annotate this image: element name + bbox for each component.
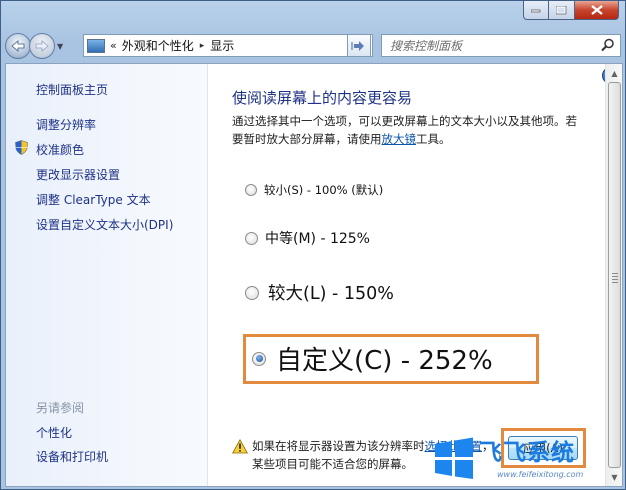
description-line-2: 要暂时放大部分屏幕，请使用放大镜工具。 [232,130,602,148]
see-also-heading: 另请参阅 [36,401,85,415]
radio-custom-selected[interactable] [252,351,266,366]
sidebar-link-monitor-settings[interactable]: 更改显示器设置 [36,166,120,183]
description-line-2-pre: 要暂时放大部分屏幕，请使用 [232,132,382,146]
sidebar-link-calibrate-color[interactable]: 校准颜色 [36,141,84,158]
forward-arrow-icon [35,40,49,52]
option-smaller-label: 较小(S) - 100% (默认) [264,183,384,197]
caption-buttons [523,1,619,21]
radio-medium[interactable] [245,231,258,245]
breadcrumb-appearance[interactable]: 外观和个性化 [122,37,194,54]
content-area: 控制面板主页 调整分辨率 校准颜色 更改显示器设置 调整 ClearType 文… [5,63,623,487]
breadcrumb-display[interactable]: 显示 [210,37,234,54]
back-arrow-icon [11,40,25,52]
option-custom[interactable]: 自定义(C) - 252% [252,340,493,377]
close-button[interactable] [575,1,619,20]
sidebar: 控制面板主页 调整分辨率 校准颜色 更改显示器设置 调整 ClearType 文… [6,64,208,486]
radio-smaller[interactable] [245,184,257,196]
maximize-button[interactable] [549,1,575,20]
search-icon[interactable] [601,38,615,52]
option-larger[interactable]: 较大(L) - 150% [245,280,394,305]
address-bar[interactable]: « 外观和个性化 ▸ 显示 ▼ [83,34,373,57]
recent-pages-dropdown[interactable]: ▼ [57,42,67,51]
description-line-2-post: 工具。 [416,132,451,146]
forward-button[interactable] [29,33,55,59]
watermark-title: 飞飞系统 [479,440,575,466]
shield-icon [15,140,28,155]
address-overflow[interactable]: « [110,39,117,52]
magnifier-link[interactable]: 放大镜 [382,132,417,146]
search-input[interactable] [390,38,590,53]
option-custom-label: 自定义(C) - 252% [276,346,493,376]
close-icon [590,5,603,15]
refresh-button[interactable] [347,34,371,57]
option-medium[interactable]: 中等(M) - 125% [245,228,370,248]
navigation-bar: ▼ « 外观和个性化 ▸ 显示 ▼ [5,29,621,63]
vertical-scrollbar[interactable]: ▲ ▼ [605,64,622,486]
warning-icon [232,439,248,454]
sidebar-link-custom-dpi[interactable]: 设置自定义文本大小(DPI) [36,216,173,233]
option-larger-label: 较大(L) - 150% [268,284,394,304]
maximize-icon [556,5,567,14]
page-description: 通过选择其中一个选项，可以更改屏幕上的文本大小以及其他项。若 要暂时放大部分屏幕… [232,112,602,148]
back-button[interactable] [5,33,31,59]
breadcrumb-separator[interactable]: ▸ [200,41,205,51]
watermark-url: www.feifeixitong.com [497,470,584,479]
scroll-up-arrow-icon[interactable]: ▲ [607,65,622,81]
option-smaller[interactable]: 较小(S) - 100% (默认) [245,182,383,198]
scrollbar-thumb[interactable] [608,82,621,468]
sidebar-link-home[interactable]: 控制面板主页 [36,81,108,98]
radio-larger[interactable] [245,285,259,300]
windows-logo-icon [435,437,473,479]
option-medium-label: 中等(M) - 125% [265,231,370,247]
sidebar-link-personalization[interactable]: 个性化 [36,424,72,441]
main-panel: ? 使阅读屏幕上的内容更容易 通过选择其中一个选项，可以更改屏幕上的文本大小以及… [209,64,619,486]
description-line-1: 通过选择其中一个选项，可以更改屏幕上的文本大小以及其他项。若 [232,114,577,128]
watermark: 飞飞系统 www.feifeixitong.com [433,429,625,489]
sidebar-link-devices-printers[interactable]: 设备和打印机 [36,448,108,465]
sidebar-link-cleartype[interactable]: 调整 ClearType 文本 [36,191,151,208]
warning-line-1-pre: 如果在将显示器设置为该分辨率时 [252,439,425,453]
minimize-icon [531,9,541,13]
scrollbar-grip-icon [612,273,618,285]
search-box[interactable] [381,34,621,57]
sidebar-link-resolution[interactable]: 调整分辨率 [36,116,96,133]
refresh-icon [351,40,364,51]
minimize-button[interactable] [523,1,549,20]
window-frame: ▼ « 外观和个性化 ▸ 显示 ▼ 控制面板主页 调整分辨率 校准颜色 更改显示… [0,0,626,490]
control-panel-icon [87,38,105,53]
page-title: 使阅读屏幕上的内容更容易 [232,89,413,107]
radio-selected-dot [255,355,263,362]
